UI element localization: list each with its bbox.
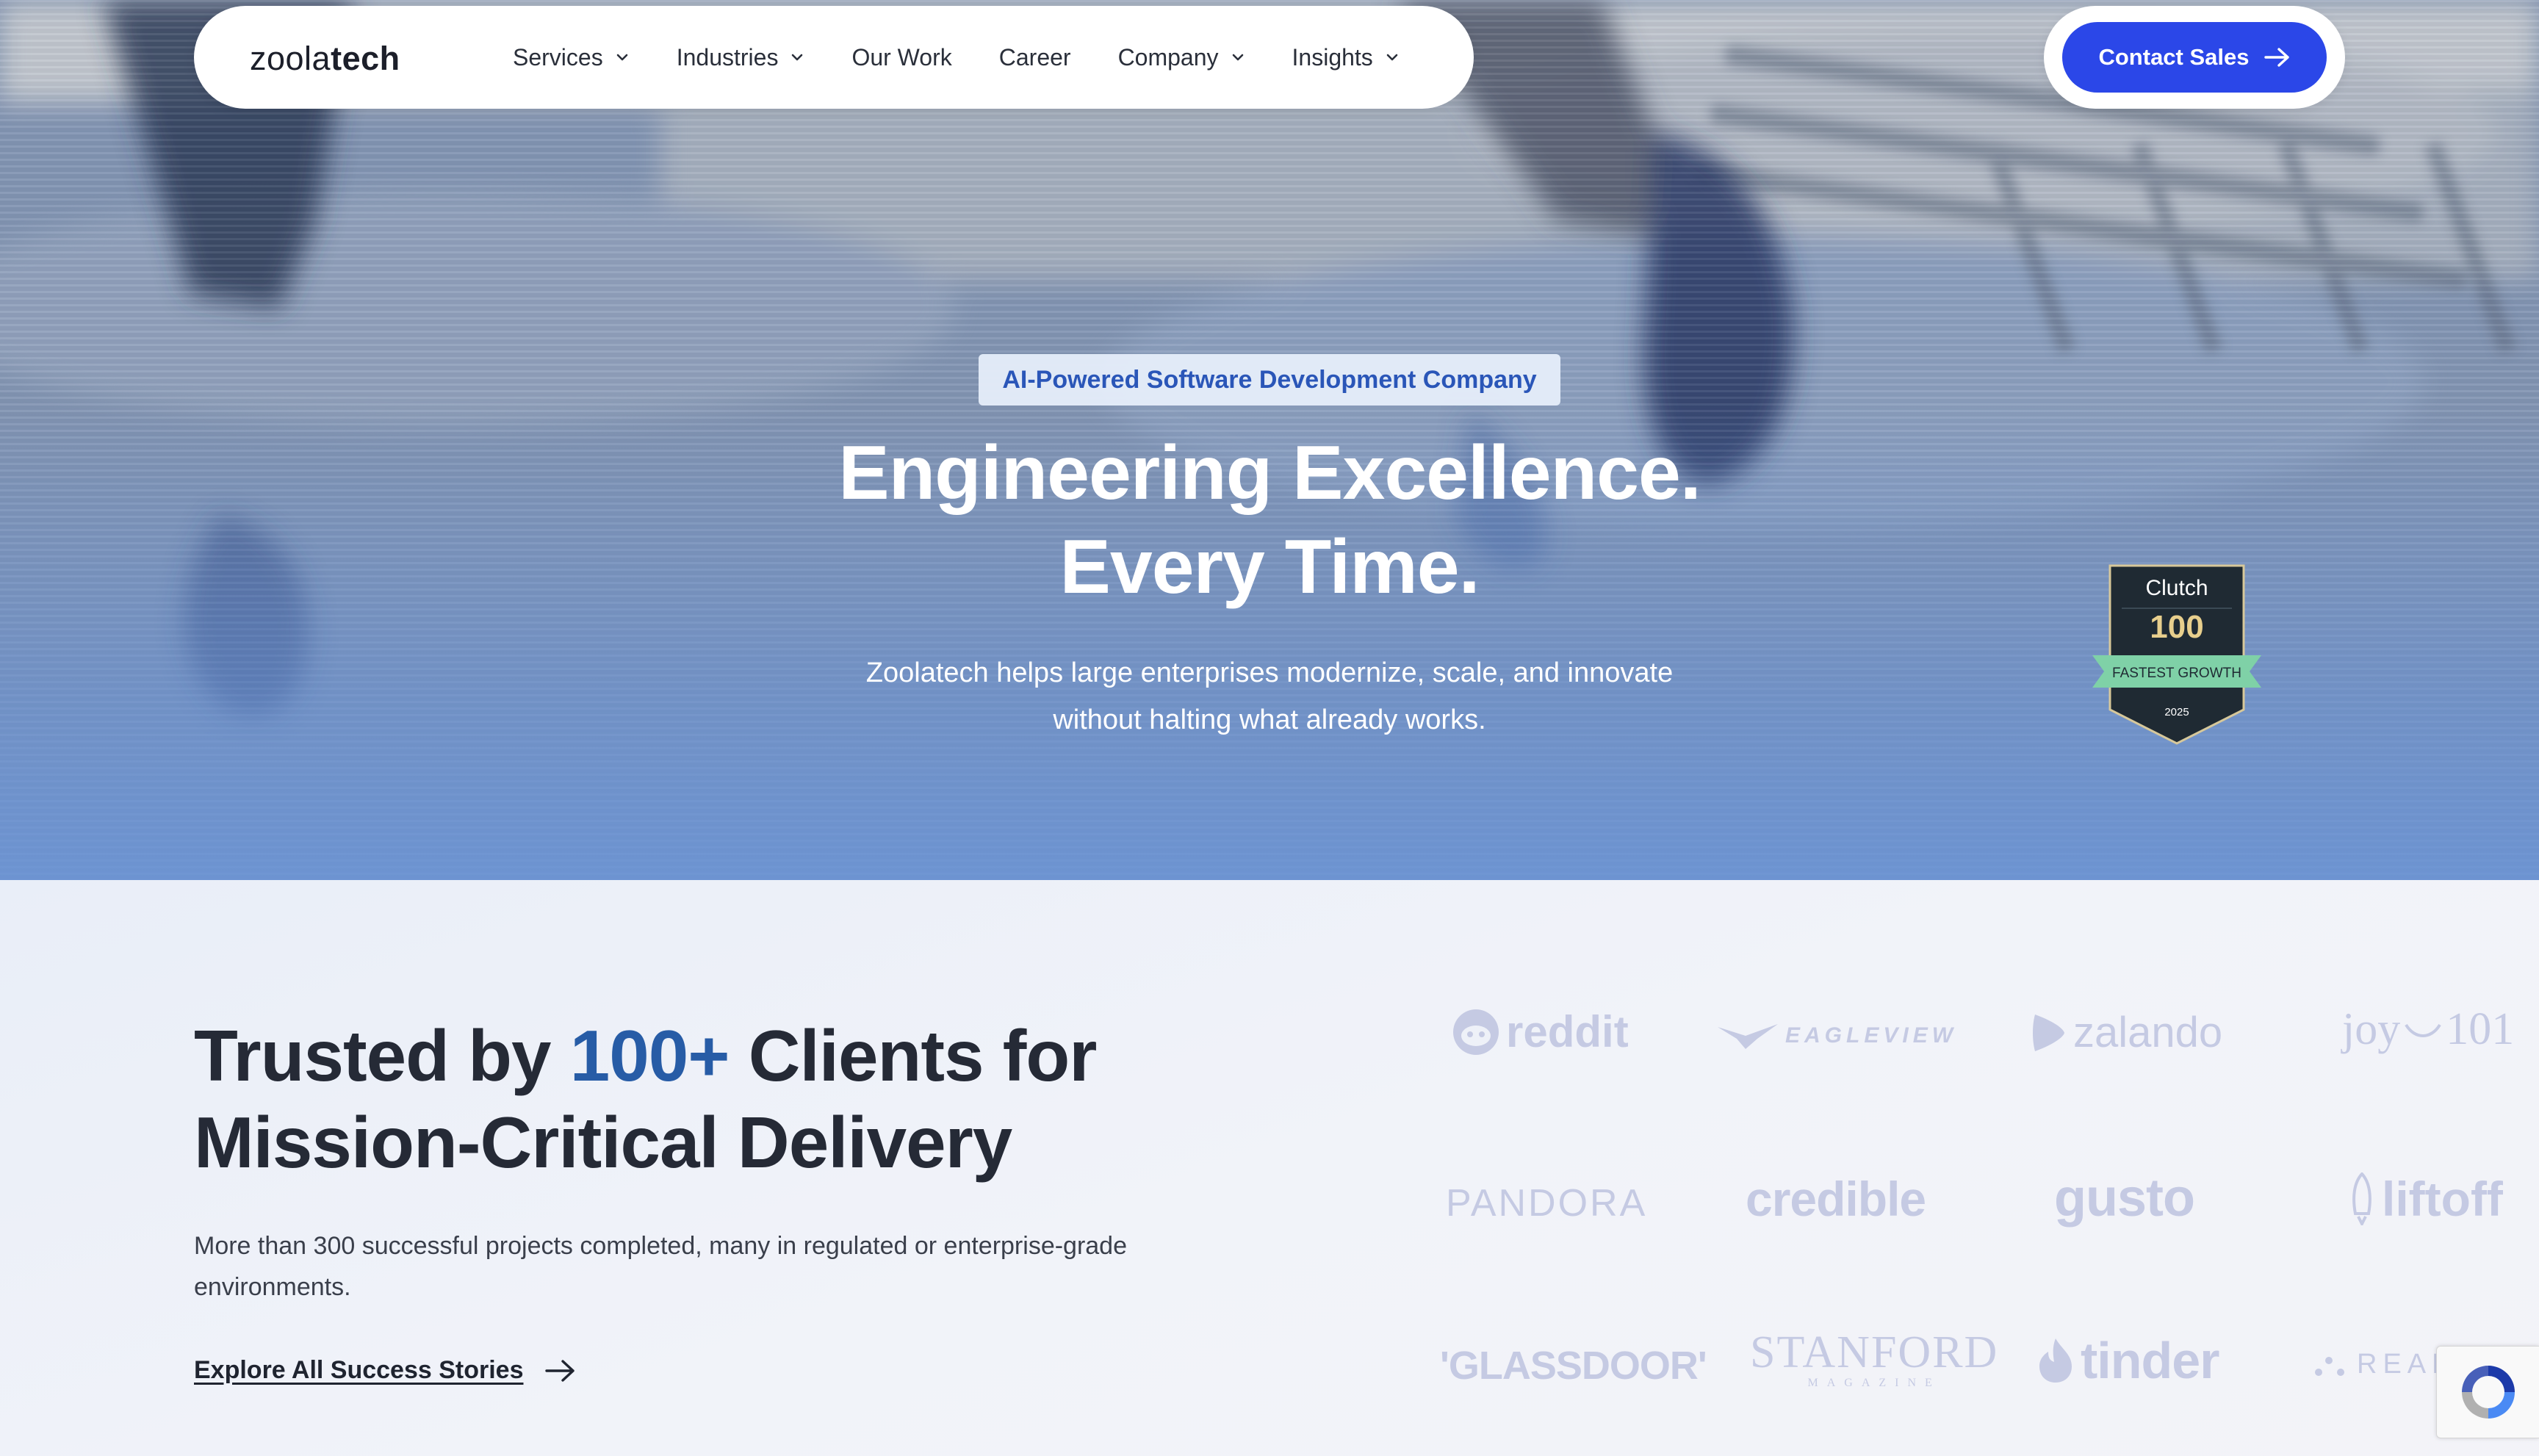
recaptcha-badge[interactable]: [2436, 1346, 2539, 1438]
clients-description: More than 300 successful projects comple…: [194, 1232, 1128, 1301]
client-logo-credible: credible: [1746, 1171, 1926, 1227]
logo-text: reddit: [1506, 1007, 1629, 1056]
logo-text: zalando: [2073, 1009, 2223, 1056]
nav-item-company[interactable]: Company: [1118, 44, 1245, 71]
nav-item-industries[interactable]: Industries: [677, 44, 805, 71]
logo-text: joy: [2342, 1004, 2401, 1054]
nav-item-label: Company: [1117, 43, 1219, 71]
hero-headline-line1: Engineering Excellence.: [838, 430, 1701, 516]
logo-text: credible: [1746, 1172, 1926, 1226]
clients-heading-part1: Trusted by: [194, 1015, 570, 1096]
logo-text: 'GLASSDOOR': [1440, 1344, 1707, 1388]
badge-year: 2025: [2164, 706, 2189, 718]
logo-text: STANFORD: [1750, 1327, 1999, 1377]
clients-heading: Trusted by 100+ Clients for Mission-Crit…: [194, 1012, 1296, 1186]
client-logo-joy101: joy 101: [2342, 1003, 2514, 1056]
flame-icon: [2039, 1338, 2072, 1383]
logo-text-bold: tech: [331, 40, 400, 77]
rocket-icon: [2352, 1172, 2371, 1225]
nav-item-label: Our Work: [851, 43, 952, 71]
main-navigation: zoolatech Services Industries Our Work C…: [194, 6, 1474, 109]
contact-sales-button[interactable]: Contact Sales: [2062, 22, 2327, 93]
hero-eyebrow-tag: AI-Powered Software Development Company: [979, 354, 1560, 406]
logo-text: 101: [2446, 1004, 2515, 1054]
logo-subtext: MAGAZINE: [1807, 1377, 1941, 1389]
nav-item-label: Industries: [676, 43, 779, 71]
recaptcha-icon: [2461, 1366, 2515, 1419]
chevron-down-icon: [616, 54, 628, 61]
chevron-down-icon: [1386, 54, 1398, 61]
client-logo-pandora: PANDORA: [1446, 1181, 1647, 1225]
clients-heading-line2: Mission-Critical Delivery: [194, 1102, 1012, 1183]
explore-success-stories-link[interactable]: Explore All Success Stories: [194, 1356, 577, 1385]
logo-text: liftoff: [2382, 1172, 2503, 1226]
logo-text: EAGLEVIEW: [1785, 1023, 1958, 1048]
logo-text-light: zoola: [250, 40, 331, 77]
hero-section: zoolatech Services Industries Our Work C…: [0, 0, 2539, 880]
nav-item-our-work[interactable]: Our Work: [851, 44, 951, 71]
dots-icon: [2315, 1356, 2344, 1376]
hero-headline: Engineering Excellence. Every Time.: [535, 426, 2004, 614]
hero-headline-line2: Every Time.: [1059, 525, 1480, 610]
client-logo-grid: reddit EAGLEVIEW zalando joy 101 PANDORA…: [1411, 998, 2539, 1409]
arrow-right-icon: [544, 1359, 575, 1382]
chevron-down-icon: [792, 54, 803, 61]
contact-sales-wrapper: Contact Sales: [2044, 6, 2345, 109]
nav-item-label: Services: [513, 43, 603, 71]
site-logo[interactable]: zoolatech: [250, 40, 400, 78]
hero-sub-line2: without halting what already works.: [1053, 704, 1486, 735]
clutch-award-badge: Clutch 100 FASTEST GROWTH 2025: [2092, 564, 2261, 745]
client-logo-eagleview: EAGLEVIEW: [1716, 1021, 1957, 1050]
logo-text: gusto: [2054, 1169, 2195, 1228]
client-logo-tinder: tinder: [2036, 1331, 2219, 1390]
badge-number: 100: [2150, 609, 2203, 645]
client-logo-real: REAL: [2313, 1349, 2453, 1380]
client-logo-liftoff: liftoff: [2348, 1171, 2503, 1227]
hero-sub-line1: Zoolatech helps large enterprises modern…: [865, 657, 1674, 688]
clients-count-highlight: 100+: [569, 1015, 730, 1096]
nav-menu: Services Industries Our Work Career Comp…: [513, 6, 1447, 109]
client-logo-glassdoor: 'GLASSDOOR': [1440, 1343, 1707, 1388]
chevron-down-icon: [1232, 54, 1243, 61]
nav-item-insights[interactable]: Insights: [1292, 44, 1400, 71]
badge-brand: Clutch: [2145, 576, 2208, 600]
client-logo-stanford-magazine: STANFORD MAGAZINE: [1750, 1330, 1998, 1391]
nav-item-label: Insights: [1292, 43, 1373, 71]
clients-heading-part2: Clients for: [729, 1015, 1098, 1096]
hero-subheadline: Zoolatech helps large enterprises modern…: [755, 649, 1784, 743]
smile-icon: [2405, 1023, 2441, 1037]
contact-sales-label: Contact Sales: [2098, 44, 2250, 70]
logo-text: tinder: [2081, 1332, 2219, 1389]
nav-item-label: Career: [998, 43, 1071, 71]
client-logo-reddit: reddit: [1452, 1006, 1629, 1057]
eagle-icon: [1718, 1024, 1778, 1049]
clients-section: Trusted by 100+ Clients for Mission-Crit…: [0, 880, 2539, 1456]
logo-text: PANDORA: [1446, 1182, 1648, 1225]
client-logo-zalando: zalando: [2029, 1008, 2222, 1057]
zalando-play-icon: [2033, 1014, 2064, 1051]
explore-link-label: Explore All Success Stories: [194, 1356, 524, 1384]
nav-item-services[interactable]: Services: [513, 44, 630, 71]
reddit-alien-icon: [1453, 1009, 1499, 1055]
arrow-right-icon: [2264, 48, 2289, 67]
nav-item-career[interactable]: Career: [999, 44, 1071, 71]
client-logo-gusto: gusto: [2054, 1168, 2195, 1228]
badge-ribbon: FASTEST GROWTH: [2112, 666, 2241, 681]
